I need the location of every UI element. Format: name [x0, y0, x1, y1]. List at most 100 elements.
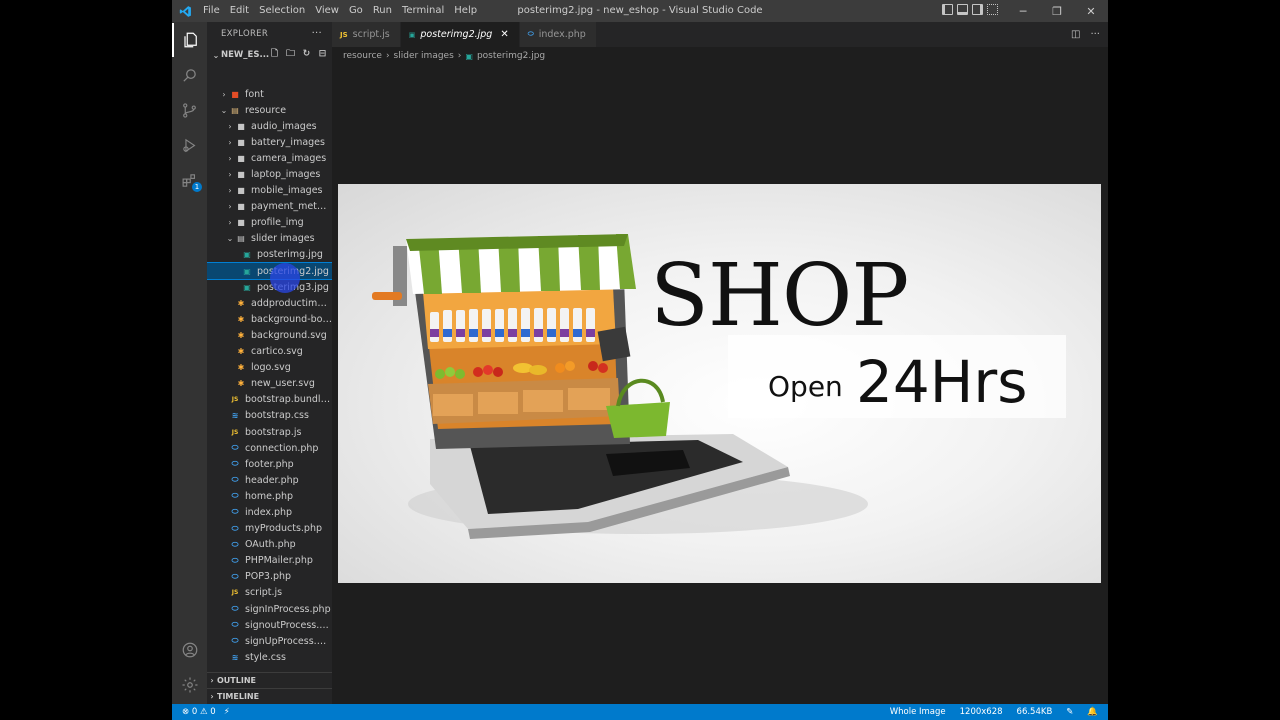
feedback-icon[interactable]: ✎ — [1066, 707, 1073, 717]
tree-item-svg[interactable]: ✱ new_user.svg — [207, 376, 332, 392]
chevron-right-icon: › — [210, 676, 214, 685]
new-folder-icon[interactable]: 🗀 — [285, 49, 296, 60]
tree-item-svg[interactable]: ✱ background.svg — [207, 327, 332, 343]
menu-selection[interactable]: Selection — [254, 0, 310, 22]
breadcrumb-item[interactable]: posterimg2.jpg — [477, 51, 545, 61]
menu-view[interactable]: View — [310, 0, 344, 22]
tree-item-folder[interactable]: › ■ payment_method — [207, 199, 332, 215]
more-actions-icon[interactable]: ··· — [1090, 29, 1100, 40]
folder-icon: ■ — [237, 218, 245, 228]
toggle-panel-icon[interactable] — [957, 4, 968, 15]
tree-item-php[interactable]: ⬭ header.php — [207, 472, 332, 488]
tree-item-folder[interactable]: › ■ camera_images — [207, 150, 332, 166]
tree-item-php[interactable]: ⬭ index.php — [207, 504, 332, 520]
tree-item-label: connection.php — [245, 442, 319, 454]
tree-item-php[interactable]: ⬭ signInProcess.php — [207, 601, 332, 617]
tree-item-label: script.js — [245, 587, 283, 599]
tree-item-svg[interactable]: ✱ logo.svg — [207, 360, 332, 376]
tree-item-label: bootstrap.bundle.js — [245, 394, 332, 406]
extensions-icon[interactable]: 1 — [172, 163, 207, 197]
new-file-icon[interactable]: 🗋 — [269, 49, 280, 60]
split-editor-icon[interactable]: ◫ — [1071, 29, 1080, 40]
tree-item-php[interactable]: ⬭ signUpProcess.php — [207, 633, 332, 649]
php-icon: ⬭ — [231, 555, 239, 565]
svg-icon: ✱ — [237, 347, 245, 357]
timeline-section[interactable]: › TIMELINE — [207, 688, 332, 704]
tree-item-svg[interactable]: ✱ background-bod... — [207, 311, 332, 327]
image-file-icon: ▣ — [408, 30, 416, 39]
more-actions-icon[interactable]: ··· — [312, 22, 322, 46]
close-window-button[interactable]: ✕ — [1074, 0, 1108, 22]
tree-item-folder[interactable]: ⌄ ▤ resource — [207, 102, 332, 118]
tree-item-folder[interactable]: › ■ audio_images — [207, 118, 332, 134]
tree-item-folder[interactable]: › ■ font — [207, 86, 332, 102]
breadcrumb-item[interactable]: slider images — [394, 51, 454, 61]
image-icon: ▣ — [243, 266, 251, 276]
menu-edit[interactable]: Edit — [225, 0, 254, 22]
account-icon[interactable] — [172, 633, 207, 667]
tab-label: index.php — [538, 29, 586, 40]
tree-item-folder[interactable]: › ■ laptop_images — [207, 166, 332, 182]
tree-item-js[interactable]: JS script.js — [207, 585, 332, 601]
tree-item-label: bootstrap.css — [245, 410, 309, 422]
chevron-right-icon: › — [228, 170, 232, 180]
tree-item-css[interactable]: ≋ style.css — [207, 649, 332, 665]
toggle-secondary-sidebar-icon[interactable] — [972, 4, 983, 15]
explorer-icon[interactable] — [172, 23, 207, 57]
live-share-icon[interactable]: ⚡ — [224, 707, 230, 717]
sidebar-header: EXPLORER ··· — [207, 22, 332, 46]
tree-item-svg[interactable]: ✱ addproductimg.... — [207, 295, 332, 311]
menu-go[interactable]: Go — [344, 0, 368, 22]
menu-terminal[interactable]: Terminal — [397, 0, 449, 22]
notifications-bell-icon[interactable]: 🔔 — [1087, 707, 1098, 717]
php-icon: ⬭ — [231, 443, 239, 453]
tab-index-php[interactable]: ⬭ index.php — [519, 22, 597, 47]
tree-item-php[interactable]: ⬭ POP3.php — [207, 569, 332, 585]
tree-item-css[interactable]: ≋ bootstrap.css — [207, 408, 332, 424]
tree-item-php[interactable]: ⬭ home.php — [207, 488, 332, 504]
tree-item-folder[interactable]: › ■ profile_img — [207, 215, 332, 231]
tree-item-php[interactable]: ⬭ PHPMailer.php — [207, 553, 332, 569]
minimize-button[interactable]: ─ — [1006, 0, 1040, 22]
customize-layout-icon[interactable] — [987, 4, 998, 15]
tree-item-image[interactable]: ▣ posterimg.jpg — [207, 247, 332, 263]
tree-item-php[interactable]: ⬭ footer.php — [207, 456, 332, 472]
problems-indicator[interactable]: ⊗ 0 ⚠ 0 — [182, 707, 216, 717]
toggle-sidebar-icon[interactable] — [942, 4, 953, 15]
image-icon: ▣ — [243, 250, 251, 260]
source-control-icon[interactable] — [172, 93, 207, 127]
php-icon: ⬭ — [231, 491, 239, 501]
collapse-all-icon[interactable]: ⊟ — [317, 49, 328, 60]
search-icon[interactable] — [172, 58, 207, 92]
tree-item-php[interactable]: ⬭ OAuth.php — [207, 537, 332, 553]
chevron-right-icon: › — [210, 692, 214, 701]
image-zoom-status[interactable]: Whole Image — [890, 707, 946, 717]
menu-help[interactable]: Help — [449, 0, 482, 22]
menu-run[interactable]: Run — [368, 0, 397, 22]
chevron-right-icon: › — [385, 51, 390, 61]
tree-item-php[interactable]: ⬭ myProducts.php — [207, 521, 332, 537]
tree-item-folder[interactable]: › ■ mobile_images — [207, 183, 332, 199]
tab-script-js[interactable]: JS script.js — [332, 22, 401, 47]
tree-item-php[interactable]: ⬭ signoutProcess.php — [207, 617, 332, 633]
tree-item-folder[interactable]: › ■ battery_images — [207, 134, 332, 150]
close-tab-icon[interactable]: ✕ — [500, 29, 508, 40]
tree-item-php[interactable]: ⬭ connection.php — [207, 440, 332, 456]
run-debug-icon[interactable] — [172, 128, 207, 162]
restore-button[interactable]: ❐ — [1040, 0, 1074, 22]
tree-item-folder[interactable]: ⌄ ▤ slider images — [207, 231, 332, 247]
tab-posterimg2-jpg[interactable]: ▣ posterimg2.jpg ✕ — [400, 22, 520, 47]
poster-image[interactable]: SHOP Open 24Hrs — [338, 184, 1101, 583]
breadcrumb-item[interactable]: resource — [343, 51, 382, 61]
settings-gear-icon[interactable] — [172, 668, 207, 702]
menu-file[interactable]: File — [198, 0, 225, 22]
refresh-icon[interactable]: ↻ — [301, 49, 312, 60]
project-folder-header[interactable]: ⌄ NEW_ES... 🗋 🗀 ↻ ⊟ — [207, 46, 332, 64]
tree-item-label: font — [245, 88, 264, 100]
outline-section[interactable]: › OUTLINE — [207, 672, 332, 688]
chevron-right-icon: › — [228, 121, 232, 131]
image-file-size: 66.54KB — [1016, 707, 1053, 717]
tree-item-svg[interactable]: ✱ cartico.svg — [207, 344, 332, 360]
tree-item-js[interactable]: JS bootstrap.bundle.js — [207, 392, 332, 408]
tree-item-js[interactable]: JS bootstrap.js — [207, 424, 332, 440]
